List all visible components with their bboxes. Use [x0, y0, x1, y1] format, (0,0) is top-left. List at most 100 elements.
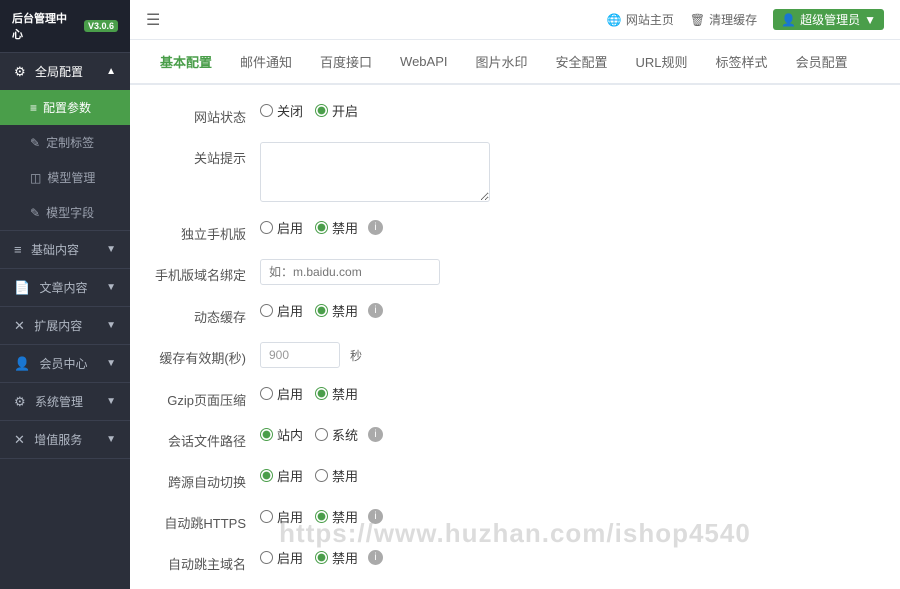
radio-kuayuan-qiyong[interactable]: 启用	[260, 466, 303, 485]
menu-group-zenzhifw: ✕ 增值服务 ▼	[0, 421, 130, 459]
menu-item-icon-ziduan: ✎	[30, 206, 40, 220]
info-icon-dongtai[interactable]: i	[368, 303, 383, 318]
radio-group-gzip: 启用 禁用	[260, 384, 358, 403]
radio-zhuyuming-qiyong[interactable]: 启用	[260, 548, 303, 567]
form-area: 网站状态 关闭 开启	[130, 85, 900, 589]
menu-group-label-wenzhang: 文章内容	[40, 281, 88, 295]
sidebar-item-moxing-ziduan[interactable]: ✎ 模型字段	[0, 195, 130, 230]
arrow-huiyuan: ▼	[106, 358, 116, 369]
control-https: 启用 禁用 i	[260, 507, 880, 526]
main-content: ☰ 🌐 网站主页 🗑 清理缓存 👤 超级管理员 ▼	[130, 0, 900, 589]
radio-kaiq[interactable]: 开启	[315, 101, 358, 120]
menu-group-huiyuan: 👤 会员中心 ▼	[0, 345, 130, 383]
control-kuayuan: 启用 禁用	[260, 466, 880, 485]
radio-dongtai-jinyong-label: 禁用	[332, 301, 358, 320]
radio-kuayuan-jinyong[interactable]: 禁用	[315, 466, 358, 485]
arrow-quanju: ▲	[106, 66, 116, 77]
cache-icon: 🗑	[690, 13, 705, 27]
sidebar-item-zidingyi-biaoqian[interactable]: ✎ 定制标签	[0, 125, 130, 160]
arrow-xitong: ▼	[106, 396, 116, 407]
topbar-left: ☰	[146, 10, 160, 30]
radio-https-qiyong[interactable]: 启用	[260, 507, 303, 526]
form-row-gzip: Gzip页面压缩 启用 禁用	[150, 384, 880, 409]
cache-link[interactable]: 🗑 清理缓存	[690, 11, 757, 28]
control-dongtai-huancun: 启用 禁用 i	[260, 301, 880, 320]
radio-duli-jinyong[interactable]: 禁用	[315, 218, 358, 237]
wenzhang-icon: 📄	[14, 280, 30, 295]
menu-group-label-kuozhan: 扩展内容	[34, 319, 82, 333]
radio-guanbi[interactable]: 关闭	[260, 101, 303, 120]
tab-jiben-label: 基本配置	[160, 55, 212, 70]
info-icon-duli[interactable]: i	[368, 220, 383, 235]
menu-item-label-zidingyi: 定制标签	[46, 134, 94, 151]
radio-zhuyuming-jinyong[interactable]: 禁用	[315, 548, 358, 567]
tab-jiben[interactable]: 基本配置	[146, 40, 226, 85]
menu-group-header-xitong[interactable]: ⚙ 系统管理 ▼	[0, 383, 130, 420]
radio-gzip-jinyong[interactable]: 禁用	[315, 384, 358, 403]
menu-group-label-quanju: 全局配置	[35, 65, 83, 79]
menu-group-header-quanju[interactable]: ⚙ 全局配置 ▲	[0, 53, 130, 90]
radio-gzip-jinyong-label: 禁用	[332, 384, 358, 403]
form-content-area: 网站状态 关闭 开启	[130, 85, 900, 589]
radio-duli-jinyong-label: 禁用	[332, 218, 358, 237]
radio-https-jinyong-label: 禁用	[332, 507, 358, 526]
topbar-right: 🌐 网站主页 🗑 清理缓存 👤 超级管理员 ▼	[607, 9, 884, 30]
menu-group-wenzhang: 📄 文章内容 ▼	[0, 269, 130, 307]
label-guanbi-tishi: 关站提示	[150, 142, 260, 167]
radio-dongtai-qiyong-label: 启用	[277, 301, 303, 320]
label-fujian-lujing: 会话文件路径	[150, 425, 260, 450]
radio-group-duli: 启用 禁用	[260, 218, 358, 237]
radio-dongtai-jinyong[interactable]: 禁用	[315, 301, 358, 320]
input-huancun-youxiaoqi[interactable]	[260, 342, 340, 368]
sidebar-item-peizhi-canshu[interactable]: ≡ 配置参数	[0, 90, 130, 125]
radio-gzip-qiyong[interactable]: 启用	[260, 384, 303, 403]
sidebar-menu: ⚙ 全局配置 ▲ ≡ 配置参数 ✎ 定制标签 ◫ 模型管理	[0, 53, 130, 589]
menu-group-header-huiyuan[interactable]: 👤 会员中心 ▼	[0, 345, 130, 382]
sidebar-item-moxing-guanli[interactable]: ◫ 模型管理	[0, 160, 130, 195]
config-icon: ⚙	[14, 64, 26, 79]
form-row-guanbi-tishi: 关站提示	[150, 142, 880, 202]
info-icon-lujing[interactable]: i	[368, 427, 383, 442]
menu-group-header-wenzhang[interactable]: 📄 文章内容 ▼	[0, 269, 130, 306]
tab-url[interactable]: URL规则	[622, 40, 702, 85]
tab-baidu[interactable]: 百度接口	[306, 40, 386, 85]
radio-lujing-zhannei[interactable]: 站内	[260, 425, 303, 444]
menu-group-kuozhan: ✕ 扩展内容 ▼	[0, 307, 130, 345]
home-icon: 🌐	[607, 13, 622, 27]
user-icon: 👤	[781, 13, 796, 27]
tab-webapi[interactable]: WebAPI	[386, 42, 461, 83]
arrow-wenzhang: ▼	[106, 282, 116, 293]
radio-dongtai-qiyong[interactable]: 启用	[260, 301, 303, 320]
home-link[interactable]: 🌐 网站主页	[607, 11, 674, 28]
label-shouji-yuming: 手机版域名绑定	[150, 259, 260, 284]
info-icon-https[interactable]: i	[368, 509, 383, 524]
menu-item-label-peizhi: 配置参数	[43, 99, 91, 116]
logo-title: 后台管理中心	[12, 10, 72, 42]
tab-anquan[interactable]: 安全配置	[542, 40, 622, 85]
menu-item-label-ziduan: 模型字段	[46, 204, 94, 221]
menu-group-header-zenzhifw[interactable]: ✕ 增值服务 ▼	[0, 421, 130, 458]
radio-lujing-xitong[interactable]: 系统	[315, 425, 358, 444]
radio-https-jinyong[interactable]: 禁用	[315, 507, 358, 526]
menu-group-header-kuozhan[interactable]: ✕ 扩展内容 ▼	[0, 307, 130, 344]
huiyuan-icon: 👤	[14, 356, 30, 371]
arrow-jichu: ▼	[106, 244, 116, 255]
menu-toggle-icon[interactable]: ☰	[146, 10, 160, 30]
tab-tupian[interactable]: 图片水印	[462, 40, 542, 85]
radio-duli-qiyong-label: 启用	[277, 218, 303, 237]
user-badge[interactable]: 👤 超级管理员 ▼	[773, 9, 884, 30]
textarea-guanbi-tishi[interactable]	[260, 142, 490, 202]
tab-youjian[interactable]: 邮件通知	[226, 40, 306, 85]
menu-item-label-moxing: 模型管理	[47, 169, 95, 186]
radio-duli-qiyong[interactable]: 启用	[260, 218, 303, 237]
menu-group-header-jichu[interactable]: ≡ 基础内容 ▼	[0, 231, 130, 268]
info-icon-zhuyuming[interactable]: i	[368, 550, 383, 565]
sidebar-logo: 后台管理中心 V3.0.6	[0, 0, 130, 53]
label-kuayuan: 跨源自动切换	[150, 466, 260, 491]
input-shouji-yuming[interactable]	[260, 259, 440, 285]
radio-gzip-qiyong-label: 启用	[277, 384, 303, 403]
tab-huiyuan[interactable]: 会员配置	[782, 40, 862, 85]
radio-kuayuan-qiyong-label: 启用	[277, 466, 303, 485]
tab-youjian-label: 邮件通知	[240, 55, 292, 70]
tab-biaoqian[interactable]: 标签样式	[702, 40, 782, 85]
